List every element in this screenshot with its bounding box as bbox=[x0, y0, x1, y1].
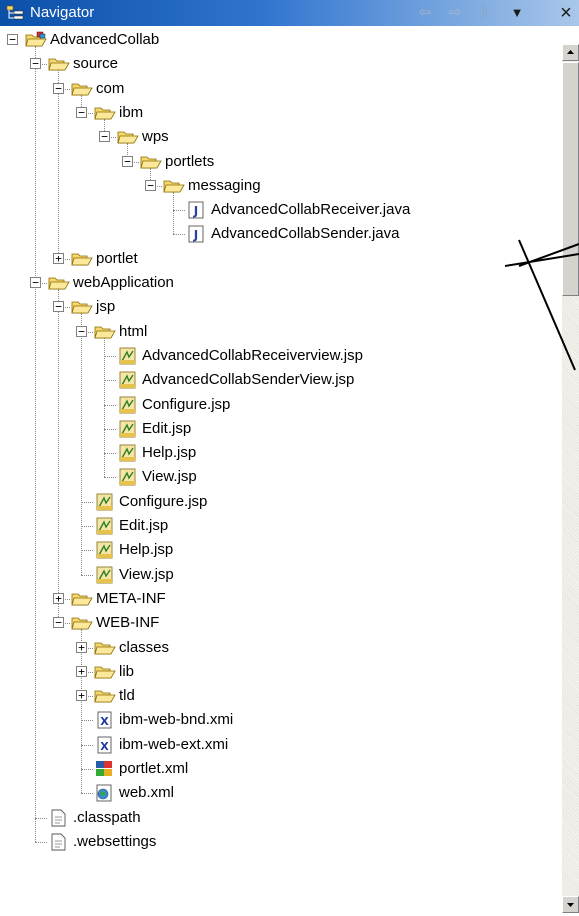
annotation-arrow-line bbox=[504, 253, 579, 267]
annotation-lines bbox=[504, 239, 579, 371]
